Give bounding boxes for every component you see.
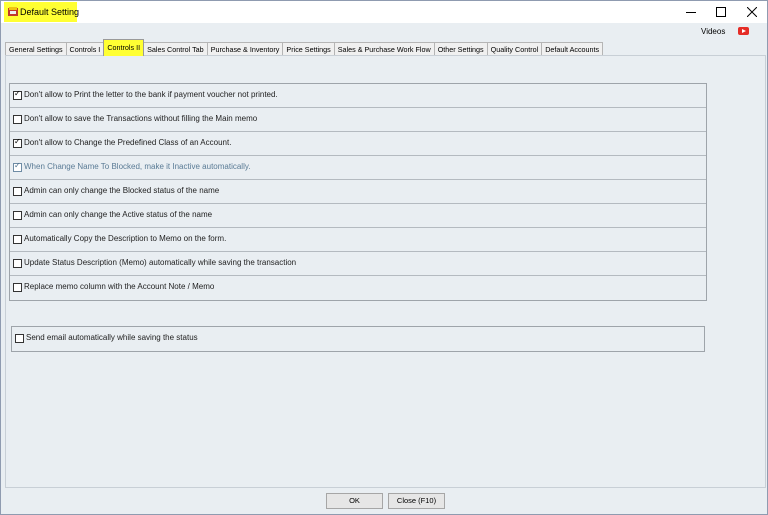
- tab-other-settings[interactable]: Other Settings: [433, 42, 488, 56]
- tab-sales-purchase-workflow[interactable]: Sales & Purchase Work Flow: [333, 42, 435, 56]
- option-row[interactable]: Automatically Copy the Description to Me…: [10, 228, 706, 252]
- option-label: When Change Name To Blocked, make it Ina…: [24, 162, 251, 171]
- option-row[interactable]: When Change Name To Blocked, make it Ina…: [10, 156, 706, 180]
- option-label: Don't allow to Print the letter to the b…: [24, 90, 278, 99]
- dialog-body: Videos General Settings Controls I Contr…: [1, 23, 767, 514]
- tab-price-settings[interactable]: Price Settings: [282, 42, 335, 56]
- tab-general-settings[interactable]: General Settings: [5, 42, 67, 56]
- maximize-icon: [716, 7, 726, 17]
- option-checkbox[interactable]: [13, 161, 22, 172]
- ok-button[interactable]: OK: [326, 493, 383, 509]
- option-label: Automatically Copy the Description to Me…: [24, 234, 227, 243]
- option-checkbox[interactable]: [13, 137, 22, 148]
- email-option-group: Send email automatically while saving th…: [11, 326, 705, 352]
- option-checkbox[interactable]: [13, 89, 22, 100]
- option-label: Admin can only change the Blocked status…: [24, 186, 220, 195]
- email-option-row[interactable]: Send email automatically while saving th…: [12, 327, 704, 350]
- option-label: Admin can only change the Active status …: [24, 210, 213, 219]
- option-label: Don't allow to save the Transactions wit…: [24, 114, 258, 123]
- option-checkbox[interactable]: [13, 115, 22, 124]
- minimize-button[interactable]: [676, 1, 706, 23]
- settings-tab-strip: General Settings Controls I Controls II …: [5, 39, 604, 56]
- option-row[interactable]: Don't allow to save the Transactions wit…: [10, 108, 706, 132]
- minimize-icon: [686, 12, 696, 13]
- send-email-label: Send email automatically while saving th…: [26, 333, 198, 342]
- option-row[interactable]: Don't allow to Change the Predefined Cla…: [10, 132, 706, 156]
- youtube-icon[interactable]: [738, 27, 749, 35]
- app-icon: [8, 7, 18, 16]
- option-row[interactable]: Replace memo column with the Account Not…: [10, 276, 706, 299]
- option-checkbox[interactable]: [13, 259, 22, 268]
- options-group: Don't allow to Print the letter to the b…: [9, 83, 707, 301]
- close-window-button[interactable]: [737, 1, 767, 23]
- videos-label[interactable]: Videos: [701, 27, 725, 36]
- tab-controls-ii[interactable]: Controls II: [103, 39, 145, 56]
- option-label: Update Status Description (Memo) automat…: [24, 258, 297, 267]
- option-row[interactable]: Admin can only change the Active status …: [10, 204, 706, 228]
- title-bar: Default Setting: [1, 1, 767, 23]
- maximize-button[interactable]: [706, 1, 736, 23]
- tab-quality-control[interactable]: Quality Control: [486, 42, 543, 56]
- window-title: Default Setting: [20, 7, 80, 17]
- option-label: Don't allow to Change the Predefined Cla…: [24, 138, 232, 147]
- option-label: Replace memo column with the Account Not…: [24, 282, 215, 291]
- close-icon: [747, 7, 757, 17]
- option-checkbox[interactable]: [13, 187, 22, 196]
- option-row[interactable]: Don't allow to Print the letter to the b…: [10, 84, 706, 108]
- option-checkbox[interactable]: [13, 235, 22, 244]
- tab-sales-control[interactable]: Sales Control Tab: [143, 42, 208, 56]
- option-row[interactable]: Update Status Description (Memo) automat…: [10, 252, 706, 276]
- option-checkbox[interactable]: [13, 211, 22, 220]
- tab-controls-i[interactable]: Controls I: [65, 42, 105, 56]
- default-setting-window: Default Setting Videos General Settings …: [0, 0, 768, 515]
- option-row[interactable]: Admin can only change the Blocked status…: [10, 180, 706, 204]
- option-checkbox[interactable]: [13, 283, 22, 292]
- tab-purchase-inventory[interactable]: Purchase & Inventory: [206, 42, 284, 56]
- close-button[interactable]: Close (F10): [388, 493, 445, 509]
- tab-default-accounts[interactable]: Default Accounts: [541, 42, 604, 56]
- send-email-checkbox[interactable]: [15, 334, 24, 343]
